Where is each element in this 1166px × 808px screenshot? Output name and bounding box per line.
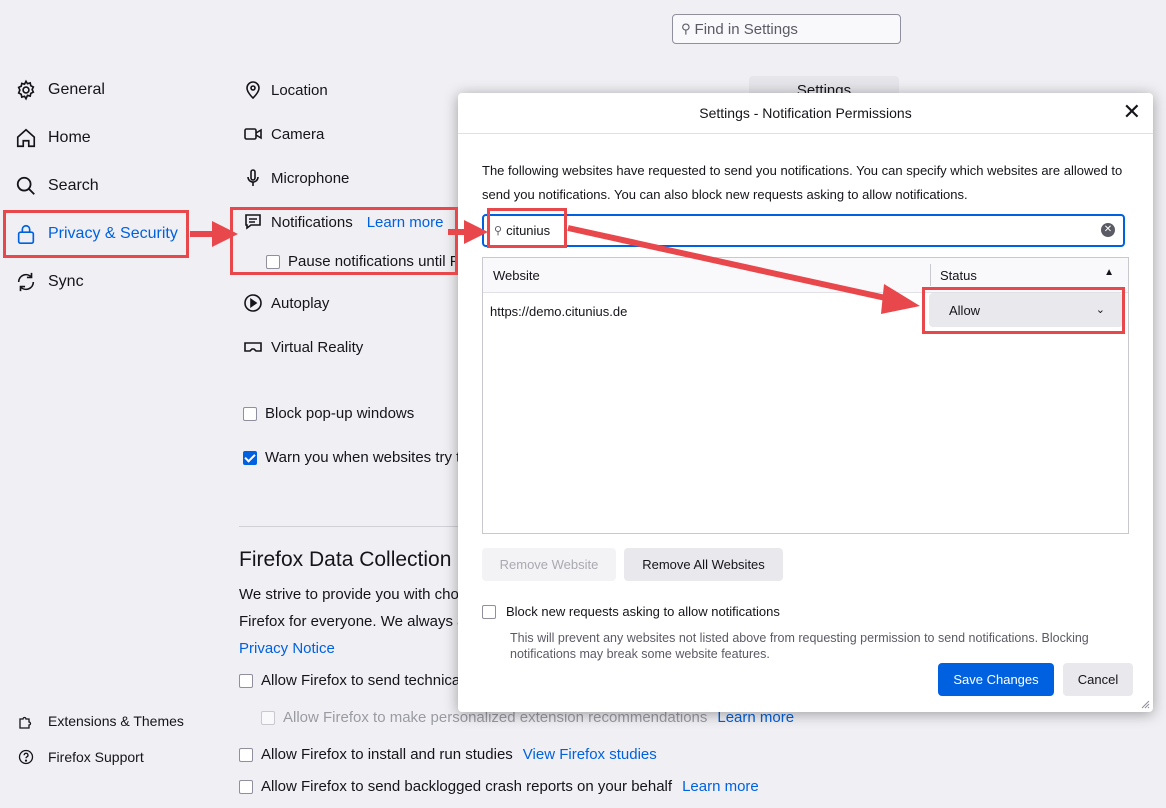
technical-data-checkbox[interactable] [239, 673, 253, 688]
annotation-box-search [487, 208, 567, 248]
crash-reports-checkbox[interactable] [239, 779, 253, 794]
autoplay-icon [244, 294, 262, 312]
view-studies-link[interactable]: View Firefox studies [523, 746, 657, 763]
sidebar-foot-label: Firefox Support [48, 749, 144, 765]
annotation-box-privacy [3, 210, 189, 258]
find-in-settings-input[interactable]: ⚲ Find in Settings [672, 14, 901, 44]
sync-icon [17, 272, 35, 292]
permission-label: Camera [271, 125, 325, 143]
permission-microphone: Microphone [243, 168, 349, 188]
status-column-header[interactable]: Status [940, 268, 977, 283]
gear-icon [17, 79, 35, 101]
annotation-box-status [922, 287, 1125, 334]
cancel-label: Cancel [1077, 672, 1119, 687]
remove-all-label: Remove All Websites [642, 557, 765, 572]
warn-addons-label: Warn you when websites try t [265, 449, 461, 466]
remove-website-button[interactable]: Remove Website [482, 548, 616, 581]
sidebar-foot-label: Extensions & Themes [48, 713, 184, 729]
vr-headset-icon [244, 342, 262, 352]
sidebar-item-sync[interactable]: Sync [15, 267, 84, 297]
permission-label: Microphone [271, 169, 350, 187]
technical-data-option[interactable]: Allow Firefox to send technica [239, 672, 460, 689]
sidebar-item-label: Search [48, 177, 99, 194]
dialog-title: Settings - Notification Permissions [699, 105, 912, 121]
data-collection-heading: Firefox Data Collection a [239, 548, 469, 571]
permission-virtual-reality: Virtual Reality [243, 337, 363, 357]
permission-label: Autoplay [271, 294, 330, 312]
sidebar-item-home[interactable]: Home [15, 123, 91, 153]
block-new-requests-option[interactable]: Block new requests asking to allow notif… [482, 604, 780, 619]
puzzle-icon [19, 716, 32, 729]
home-icon [16, 128, 36, 148]
microphone-icon [247, 169, 259, 186]
permission-label: Virtual Reality [271, 338, 364, 356]
permission-label: Location [271, 81, 328, 99]
website-search-input[interactable]: ⚲ citunius ✕ [482, 214, 1125, 247]
sidebar-extensions-themes[interactable]: Extensions & Themes [18, 713, 184, 729]
permission-location: Location [243, 80, 328, 100]
sidebar-item-label: General [48, 81, 105, 98]
location-icon [246, 81, 260, 100]
save-changes-label: Save Changes [953, 672, 1039, 687]
block-new-requests-checkbox[interactable] [482, 604, 496, 619]
block-popups-label: Block pop-up windows [265, 405, 415, 422]
technical-data-label: Allow Firefox to send technica [261, 672, 461, 689]
column-divider [930, 264, 931, 286]
block-popups-option[interactable]: Block pop-up windows [243, 405, 414, 422]
resize-grip-icon[interactable] [1140, 699, 1150, 709]
privacy-notice-link[interactable]: Privacy Notice [239, 640, 335, 657]
data-collection-line2: Firefox for everyone. We always a [239, 613, 466, 630]
website-column-header[interactable]: Website [493, 268, 540, 283]
crash-reports-learn-more-link[interactable]: Learn more [682, 778, 759, 795]
block-new-requests-label: Block new requests asking to allow notif… [506, 604, 780, 619]
sidebar-firefox-support[interactable]: Firefox Support [18, 749, 144, 765]
close-icon[interactable]: ✕ [1123, 101, 1141, 123]
search-icon: ⚲ [681, 21, 691, 36]
sidebar-item-label: Sync [48, 273, 84, 290]
cancel-button[interactable]: Cancel [1063, 663, 1133, 696]
clear-search-icon[interactable]: ✕ [1101, 223, 1115, 237]
warn-addons-option[interactable]: Warn you when websites try t [243, 449, 460, 466]
block-new-requests-description: This will prevent any websites not liste… [510, 631, 1089, 661]
sidebar-item-general[interactable]: General [15, 75, 105, 105]
find-placeholder: Find in Settings [694, 20, 798, 38]
block-popups-checkbox[interactable] [243, 406, 257, 421]
remove-all-websites-button[interactable]: Remove All Websites [624, 548, 783, 581]
data-collection-line1: We strive to provide you with cho [239, 586, 459, 603]
crash-reports-label: Allow Firefox to send backlogged crash r… [261, 778, 673, 795]
permission-camera: Camera [243, 124, 324, 144]
sort-ascending-icon: ▲ [1104, 267, 1114, 278]
website-cell: https://demo.citunius.de [490, 304, 628, 319]
studies-option[interactable]: Allow Firefox to install and run studies… [239, 746, 657, 763]
remove-website-label: Remove Website [499, 557, 599, 572]
section-divider [239, 526, 461, 527]
search-icon [16, 176, 35, 195]
camera-icon [244, 128, 262, 140]
crash-reports-option[interactable]: Allow Firefox to send backlogged crash r… [239, 778, 759, 795]
studies-checkbox[interactable] [239, 747, 253, 762]
permission-autoplay: Autoplay [243, 293, 329, 313]
notification-permissions-dialog: Settings - Notification Permissions ✕ Th… [458, 93, 1153, 712]
annotation-box-notifications [230, 207, 458, 275]
sidebar-item-search[interactable]: Search [15, 171, 99, 201]
dialog-title-divider [458, 133, 1153, 134]
help-icon [18, 749, 34, 765]
studies-label: Allow Firefox to install and run studies [261, 746, 513, 763]
sidebar-item-label: Home [48, 129, 91, 146]
warn-addons-checkbox[interactable] [243, 450, 257, 465]
extension-recs-checkbox[interactable] [261, 710, 275, 725]
save-changes-button[interactable]: Save Changes [938, 663, 1054, 696]
dialog-description: The following websites have requested to… [482, 163, 1123, 202]
